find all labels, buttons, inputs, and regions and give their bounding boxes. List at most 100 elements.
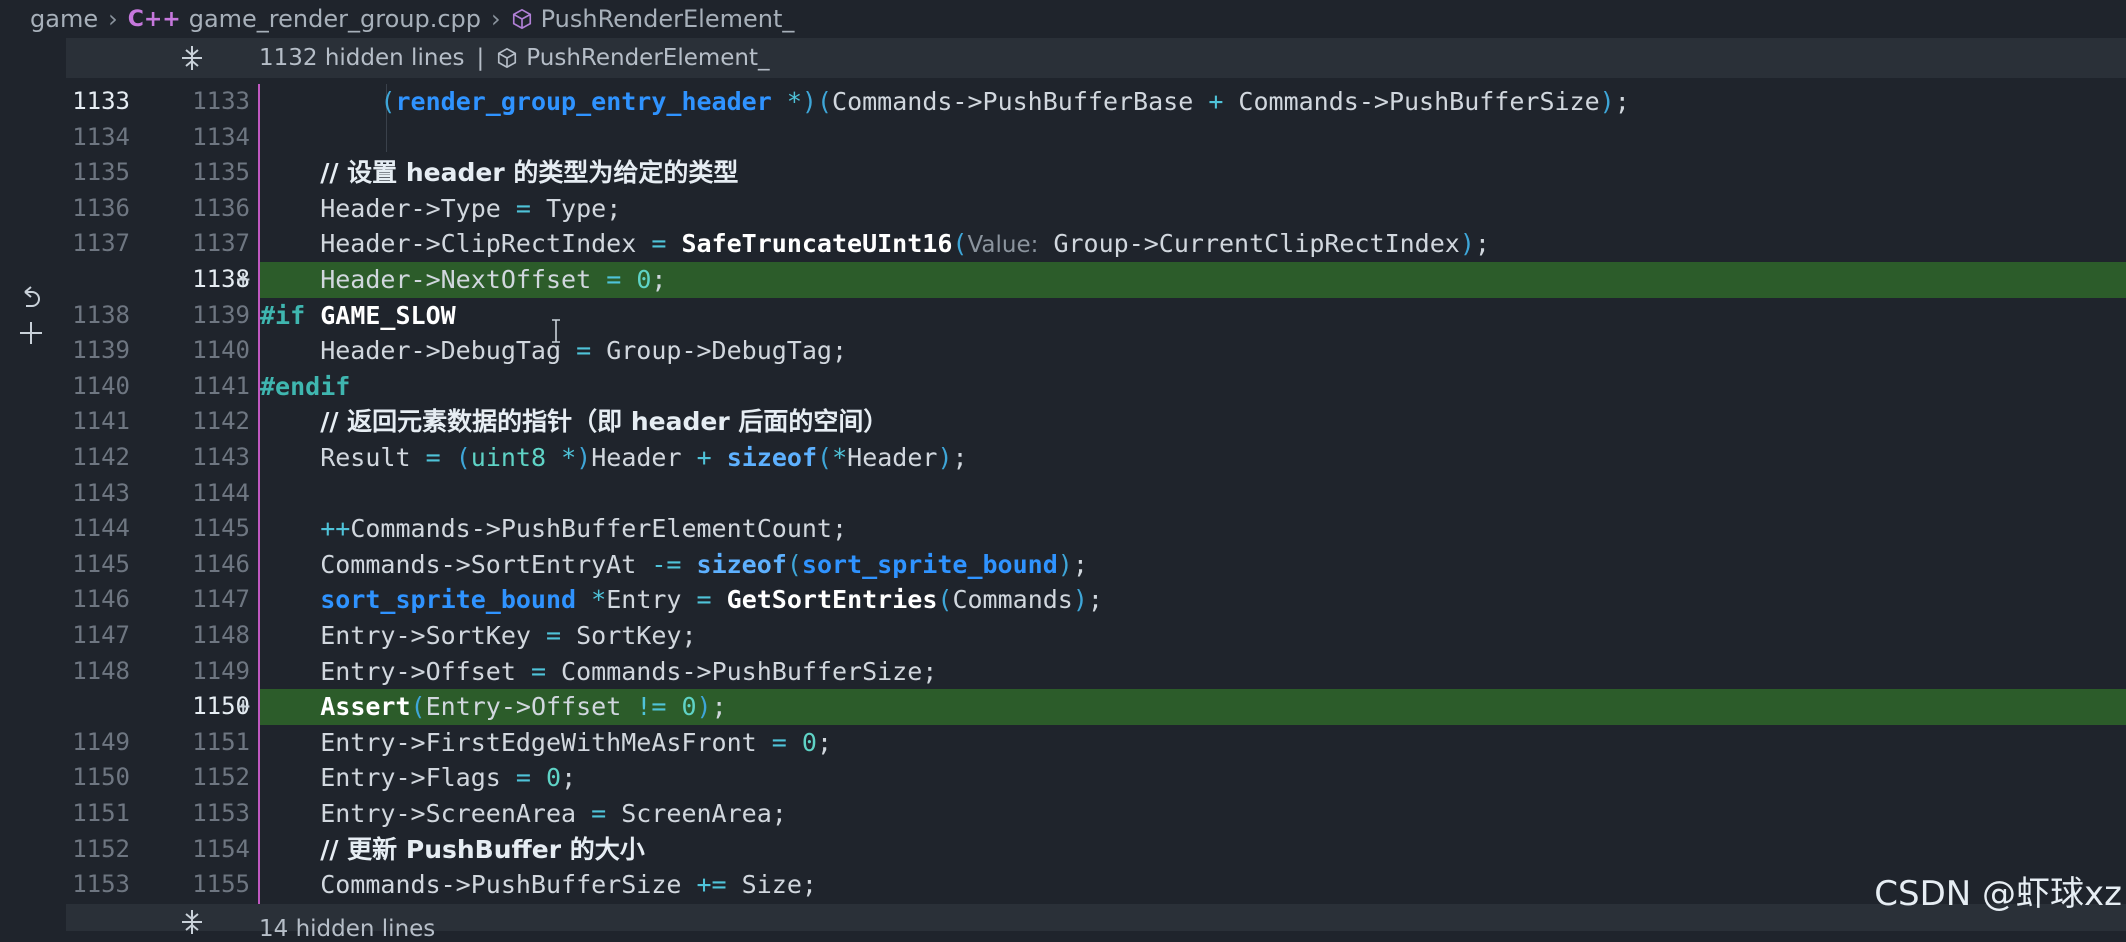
code-text[interactable]: (render_group_entry_header *)(Commands->…	[260, 84, 1629, 120]
code-text[interactable]: Assert(Entry->Offset != 0);	[260, 689, 726, 725]
code-line[interactable]: 1145 1146 Commands->SortEntryAt -= sizeof…	[66, 547, 2126, 583]
code-text[interactable]: #endif	[260, 369, 350, 405]
old-line-number: 1134	[72, 122, 130, 151]
new-line-number: 1136	[192, 193, 250, 222]
code-token: Group->CurrentClipRectIndex	[1038, 229, 1460, 259]
code-text[interactable]: Entry->FirstEdgeWithMeAsFront = 0;	[260, 725, 832, 761]
code-text[interactable]: Header->NextOffset = 0;	[260, 262, 666, 298]
code-token: ;	[651, 265, 667, 294]
stage-change-icon[interactable]	[16, 318, 46, 348]
added-code-line[interactable]: 1150 + Assert(Entry->Offset != 0);	[66, 689, 2126, 725]
code-token: Header->Type	[260, 193, 516, 223]
code-token: *	[591, 585, 607, 615]
code-text[interactable]: Header->Type = Type;	[260, 191, 621, 227]
old-line-number	[66, 262, 130, 298]
code-text[interactable]: Entry->ScreenArea = ScreenArea;	[260, 796, 787, 832]
code-line[interactable]: 1142 1143 Result = (uint8 *)Header + size…	[66, 440, 2126, 476]
code-text[interactable]: Entry->Flags = 0;	[260, 760, 576, 796]
watermark: CSDN @虾球xz	[1874, 874, 2122, 914]
unfold-icon[interactable]	[178, 44, 206, 72]
code-line[interactable]: 1151 1153 Entry->ScreenArea = ScreenArea;	[66, 796, 2126, 832]
code-text[interactable]: // 返回元素数据的指针（即 header 后面的空间）	[260, 404, 888, 440]
code-text[interactable]: // 更新 PushBuffer 的大小	[260, 832, 645, 868]
code-token: render_group_entry_header	[395, 87, 772, 116]
code-token: (	[937, 585, 953, 615]
code-token: =	[606, 265, 622, 294]
new-line-number: 1148	[192, 621, 250, 649]
old-line-number	[66, 689, 130, 725]
code-text[interactable]: Commands->SortEntryAt -= sizeof(sort_spr…	[260, 547, 1088, 583]
old-line-number: 1142	[72, 443, 130, 471]
code-text[interactable]: sort_sprite_bound *Entry = GetSortEntrie…	[260, 582, 1103, 618]
code-text[interactable]: #if GAME_SLOW	[260, 298, 456, 334]
breadcrumb-symbol[interactable]: PushRenderElement_	[541, 5, 795, 33]
breadcrumb-root[interactable]: game	[30, 5, 98, 33]
added-code-line[interactable]: 1138 + Header->NextOffset = 0;	[66, 262, 2126, 298]
new-line-number: 1149	[192, 656, 250, 685]
code-line[interactable]: 1148 1149 Entry->Offset = Commands->PushB…	[66, 654, 2126, 690]
code-text[interactable]: Entry->Offset = Commands->PushBufferSize…	[260, 654, 937, 690]
code-line[interactable]: 1135 1135 // 设置 header 的类型为给定的类型	[66, 155, 2126, 191]
code-text[interactable]: // 设置 header 的类型为给定的类型	[260, 155, 738, 191]
separator: |	[476, 45, 485, 71]
code-token: +	[1208, 87, 1224, 116]
hidden-lines-count: 14 hidden lines	[259, 916, 436, 942]
new-line-number: 1145	[192, 514, 250, 543]
old-line-number: 1136	[72, 193, 130, 222]
code-line[interactable]: 1140 1141 #endif	[66, 369, 2126, 405]
old-line-number: 1143	[72, 478, 130, 507]
code-token: 0	[681, 692, 697, 722]
new-line-number: 1138	[192, 265, 250, 293]
code-line[interactable]: 1139 1140 Header->DebugTag = Group->Debug…	[66, 333, 2126, 369]
code-line[interactable]: 1137 1137 Header->ClipRectIndex = SafeTru…	[66, 226, 2126, 262]
code-line[interactable]: 1134 1134	[66, 120, 2126, 156]
cpp-file-icon: C++	[127, 6, 181, 32]
code-line[interactable]: 1147 1148 Entry->SortKey = SortKey;	[66, 618, 2126, 654]
code-token: Header->ClipRectIndex	[260, 229, 652, 259]
code-line[interactable]: 1144 1145 ++Commands->PushBufferElementCo…	[66, 511, 2126, 547]
code-line[interactable]: 1150 1152 Entry->Flags = 0;	[66, 760, 2126, 796]
code-line[interactable]: 1146 1147 sort_sprite_bound *Entry = GetS…	[66, 582, 2126, 618]
code-line[interactable]: 1149 1151 Entry->FirstEdgeWithMeAsFront =…	[66, 725, 2126, 761]
code-token: Entry->Offset	[260, 656, 531, 686]
hidden-lines-banner-bottom[interactable]: 14 hidden lines	[66, 904, 2126, 942]
new-line-number: 1142	[192, 407, 250, 436]
code-token: =	[530, 656, 546, 686]
old-line-number: 1145	[72, 549, 130, 578]
revert-change-icon[interactable]	[16, 284, 46, 314]
code-line[interactable]: 1153 1155 Commands->PushBufferSize += Siz…	[66, 867, 2126, 903]
code-token: 0	[636, 265, 652, 294]
code-line[interactable]: 1141 1142 // 返回元素数据的指针（即 header 后面的空间）	[66, 404, 2126, 440]
symbol-method-icon	[512, 8, 531, 30]
code-text[interactable]: Header->ClipRectIndex = SafeTruncateUInt…	[260, 226, 1490, 262]
unfold-icon[interactable]	[178, 908, 206, 936]
code-token: ;	[1072, 549, 1088, 579]
code-token: Entry->ScreenArea	[260, 799, 592, 828]
code-line[interactable]: 1136 1136 Header->Type = Type;	[66, 191, 2126, 227]
code-text[interactable]: Entry->SortKey = SortKey;	[260, 618, 696, 654]
code-line[interactable]: 1133 1133 (render_group_entry_header *)(C…	[66, 84, 2126, 120]
code-text[interactable]: Commands->PushBufferSize += Size;	[260, 867, 817, 903]
old-line-number: 1133	[72, 87, 130, 115]
code-text[interactable]: ++Commands->PushBufferElementCount;	[260, 511, 847, 547]
code-token: +=	[696, 870, 727, 900]
breadcrumb-file[interactable]: game_render_group.cpp	[189, 5, 481, 33]
code-token: )	[1072, 585, 1088, 615]
new-line-number: 1147	[192, 585, 250, 614]
hidden-lines-banner-top[interactable]: 1132 hidden lines | PushRenderElement_	[66, 38, 2126, 78]
code-token: ;	[1474, 229, 1490, 259]
code-line[interactable]: 1138 1139 #if GAME_SLOW	[66, 298, 2126, 334]
code-text[interactable]: Result = (uint8 *)Header + sizeof(*Heade…	[260, 440, 968, 476]
code-line[interactable]: 1143 1144	[66, 476, 2126, 512]
code-token: sort_sprite_bound	[801, 549, 1058, 579]
code-token: ;	[952, 443, 968, 472]
code-token: // 更新 PushBuffer 的大小	[320, 834, 645, 864]
code-line[interactable]: 1152 1154 // 更新 PushBuffer 的大小	[66, 832, 2126, 868]
code-token: Commands->PushBufferBase	[832, 87, 1209, 116]
code-token: Type;	[530, 193, 622, 223]
